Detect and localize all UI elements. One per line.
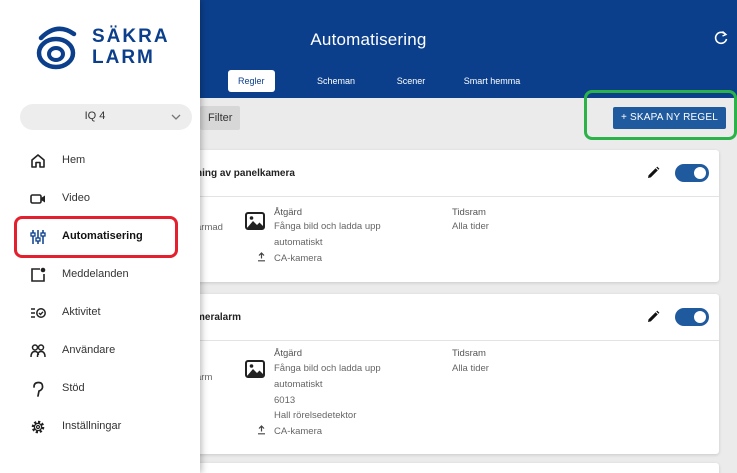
support-icon	[33, 381, 44, 397]
users-icon	[30, 344, 46, 358]
logo-text: SÄKRA LARM	[92, 26, 170, 68]
gear-icon	[31, 420, 45, 434]
sidebar-item-installningar[interactable]: Inställningar	[14, 408, 184, 446]
pencil-icon[interactable]	[646, 166, 660, 180]
site-selector[interactable]: IQ 4	[20, 104, 192, 130]
pencil-icon[interactable]	[646, 310, 660, 324]
divider	[170, 196, 719, 197]
sidebar-item-label: Inställningar	[62, 420, 122, 432]
divider	[170, 340, 719, 341]
logo-line: SÄKRA	[92, 26, 170, 47]
action-label: Åtgärd	[274, 348, 302, 359]
upload-target: CA-kamera	[274, 253, 323, 264]
filter-button[interactable]: Filter	[200, 106, 240, 130]
sidebar-item-label: Meddelanden	[62, 268, 129, 280]
toggle-knob	[694, 311, 706, 323]
create-rule-button[interactable]: + SKAPA NY REGEL	[613, 107, 726, 129]
upload-icon	[258, 252, 265, 262]
logo-line: LARM	[92, 47, 155, 68]
sidebar-item-video[interactable]: Video	[14, 180, 184, 218]
action-line: automatiskt	[274, 379, 323, 390]
sidebar-item-label: Video	[62, 192, 90, 204]
chevron-down-icon	[171, 114, 181, 120]
sidebar-item-label: Hem	[62, 154, 86, 166]
rule-card[interactable]: meralarm arm Åtgärd Fånga bild och ladda…	[170, 294, 719, 454]
rule-toggle[interactable]	[675, 308, 709, 326]
sidebar-item-anvandare[interactable]: Användare	[14, 332, 184, 370]
rule-toggle[interactable]	[675, 164, 709, 182]
tab-scheman[interactable]: Scheman	[308, 70, 364, 92]
sidebar-item-stod[interactable]: Stöd	[14, 370, 184, 408]
logo-mark	[36, 26, 77, 70]
timeframe-label: Tidsram	[452, 207, 486, 218]
action-line: 6013	[274, 395, 296, 406]
video-camera-icon	[30, 194, 45, 204]
message-icon	[31, 267, 46, 282]
sidebar: SÄKRA LARM IQ 4 Hem Video Automatisering	[0, 0, 200, 473]
sidebar-item-hem[interactable]: Hem	[14, 142, 184, 180]
refresh-icon[interactable]	[713, 30, 729, 46]
sidebar-item-label: Användare	[62, 344, 116, 356]
rule-title: ning av panelkamera	[196, 168, 295, 179]
action-line: Fånga bild och ladda upp	[274, 221, 381, 232]
rule-card[interactable]: ning av panelkamera armad Åtgärd Fånga b…	[170, 150, 719, 282]
sidebar-item-aktivitet[interactable]: Aktivitet	[14, 294, 184, 332]
action-label: Åtgärd	[274, 207, 302, 218]
site-selector-value: IQ 4	[84, 110, 106, 122]
tab-scener[interactable]: Scener	[386, 70, 436, 92]
timeframe-value: Alla tider	[452, 363, 489, 374]
home-icon	[31, 154, 45, 168]
tab-smart-hemma[interactable]: Smart hemma	[452, 70, 532, 92]
timeframe-label: Tidsram	[452, 348, 486, 359]
sidebar-item-meddelanden[interactable]: Meddelanden	[14, 256, 184, 294]
activity-list-icon	[31, 308, 46, 318]
image-icon	[245, 212, 265, 230]
action-line: Fånga bild och ladda upp	[274, 363, 381, 374]
toggle-knob	[694, 167, 706, 179]
automatisering-highlight	[14, 216, 178, 258]
logo: SÄKRA LARM	[34, 26, 184, 72]
rule-trigger: armad	[196, 222, 223, 233]
timeframe-value: Alla tider	[452, 221, 489, 232]
upload-target: CA-kamera	[274, 426, 323, 437]
rule-card[interactable]	[170, 463, 719, 473]
action-line: automatiskt	[274, 237, 323, 248]
rule-title: meralarm	[196, 312, 242, 323]
action-line: Hall rörelsedetektor	[274, 410, 357, 421]
sidebar-item-label: Aktivitet	[62, 306, 101, 318]
sidebar-item-label: Stöd	[62, 382, 85, 394]
image-icon	[245, 360, 265, 378]
upload-icon	[258, 425, 265, 435]
tab-regler[interactable]: Regler	[228, 70, 275, 92]
